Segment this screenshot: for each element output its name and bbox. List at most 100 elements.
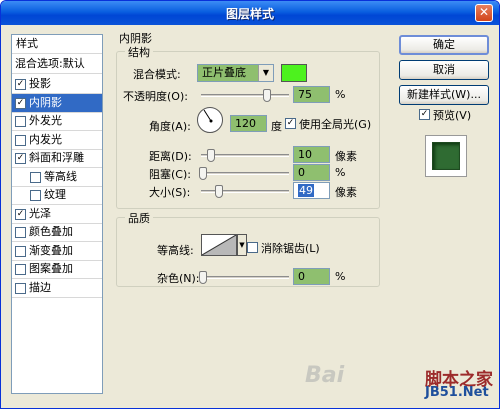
ok-button[interactable]: 确定	[399, 35, 489, 55]
style-item-checkbox[interactable]	[15, 282, 26, 294]
size-input-selected-text: 49	[298, 184, 314, 197]
choke-input[interactable]: 0	[293, 164, 330, 181]
shadow-color-swatch[interactable]	[281, 64, 307, 82]
quality-group: 品质 等高线: ▼ 消除锯齿(L) 杂色(N): 0 %	[116, 210, 380, 287]
style-item-checkbox[interactable]	[30, 190, 41, 201]
style-item-checkbox[interactable]	[15, 227, 26, 238]
cancel-button[interactable]: 取消	[399, 60, 489, 80]
style-item-label: 内发光	[29, 132, 62, 146]
chevron-down-icon: ▼	[258, 65, 273, 81]
style-list-item[interactable]: 描边	[12, 279, 102, 298]
style-list-item[interactable]: 纹理	[12, 186, 102, 205]
opacity-input[interactable]: 75	[293, 86, 330, 103]
style-item-label: 外发光	[29, 114, 62, 127]
style-item-checkbox[interactable]	[15, 134, 26, 146]
window-title: 图层样式	[225, 7, 274, 21]
distance-slider[interactable]	[201, 149, 289, 162]
preview-label[interactable]: 预览(V)	[433, 107, 471, 123]
style-list-header[interactable]: 样式	[12, 35, 102, 54]
choke-slider[interactable]	[199, 167, 289, 180]
style-item-checkbox[interactable]	[15, 245, 26, 257]
blend-mode-value: 正片叠底	[202, 66, 246, 79]
distance-unit: 像素	[335, 150, 357, 163]
size-slider-thumb[interactable]	[215, 185, 223, 198]
style-item-checkbox[interactable]: ✓	[15, 208, 26, 220]
style-item-label: 投影	[29, 77, 51, 90]
noise-unit: %	[335, 270, 346, 283]
structure-group-title: 结构	[125, 44, 153, 60]
choke-slider-thumb[interactable]	[199, 167, 207, 180]
angle-dial-needle	[203, 109, 213, 123]
blend-options-item[interactable]: 混合选项:默认	[12, 55, 102, 74]
distance-input[interactable]: 10	[293, 146, 330, 163]
style-item-checkbox[interactable]: ✓	[15, 153, 26, 164]
style-list-item[interactable]: ✓ 内阴影	[12, 93, 102, 113]
global-light-checkbox[interactable]: ✓	[285, 118, 296, 129]
chevron-down-icon[interactable]: ▼	[237, 234, 247, 256]
style-item-checkbox[interactable]: ✓	[15, 97, 26, 109]
contour-curve-icon	[201, 234, 237, 256]
style-item-label: 光泽	[29, 206, 51, 220]
title-bar[interactable]: 图层样式 ✕	[1, 1, 499, 25]
style-list: 样式 混合选项:默认 ✓ 投影 ✓ 内阴影 外发光 内发光 ✓ 斜面和浮雕 等高线 纹理 ✓ 光泽 颜色…	[11, 34, 103, 394]
global-light-label[interactable]: 使用全局光(G)	[299, 116, 371, 132]
style-list-item[interactable]: 内发光	[12, 131, 102, 150]
angle-input[interactable]: 120	[230, 115, 267, 132]
opacity-slider[interactable]	[201, 89, 289, 102]
size-input[interactable]: 49	[293, 182, 330, 199]
preview-checkbox[interactable]: ✓	[419, 109, 430, 120]
opacity-slider-thumb[interactable]	[263, 89, 271, 102]
style-item-label: 内阴影	[29, 95, 62, 109]
choke-unit: %	[335, 166, 346, 179]
watermark-baidu: Bai	[305, 363, 345, 388]
contour-label: 等高线:	[157, 244, 194, 257]
style-item-checkbox[interactable]: ✓	[15, 79, 26, 90]
noise-input[interactable]: 0	[293, 268, 330, 285]
preview-swatch	[432, 142, 460, 170]
size-slider[interactable]	[201, 185, 289, 198]
style-list-item[interactable]: 颜色叠加	[12, 223, 102, 242]
close-button[interactable]: ✕	[475, 4, 493, 22]
noise-slider-thumb[interactable]	[199, 271, 207, 284]
dialog-body: 样式 混合选项:默认 ✓ 投影 ✓ 内阴影 外发光 内发光 ✓ 斜面和浮雕 等高线 纹理 ✓ 光泽 颜色…	[5, 27, 495, 405]
distance-label: 距离(D):	[149, 150, 192, 163]
style-item-label: 纹理	[44, 188, 66, 201]
angle-unit: 度	[271, 120, 282, 133]
distance-slider-thumb[interactable]	[207, 149, 215, 162]
noise-slider[interactable]	[199, 271, 289, 284]
style-item-label: 描边	[29, 280, 51, 294]
style-item-label: 斜面和浮雕	[29, 151, 84, 164]
style-list-item[interactable]: 外发光	[12, 112, 102, 131]
style-item-label: 图案叠加	[29, 262, 73, 275]
contour-picker[interactable]: ▼	[201, 234, 247, 256]
size-unit: 像素	[335, 186, 357, 199]
style-item-checkbox[interactable]	[15, 264, 26, 275]
style-item-label: 颜色叠加	[29, 225, 73, 238]
style-list-item[interactable]: 图案叠加	[12, 260, 102, 279]
style-list-item[interactable]: ✓ 斜面和浮雕	[12, 149, 102, 168]
opacity-label: 不透明度(O):	[123, 90, 188, 103]
style-list-item[interactable]: ✓ 投影	[12, 75, 102, 94]
structure-group: 结构 混合模式: 正片叠底 ▼ 不透明度(O): 75 % 角度(A): 120	[116, 44, 380, 209]
style-item-checkbox[interactable]	[15, 116, 26, 127]
style-item-label: 等高线	[44, 169, 77, 183]
style-list-item[interactable]: 渐变叠加	[12, 242, 102, 261]
style-item-label: 渐变叠加	[29, 243, 73, 257]
style-item-checkbox[interactable]	[30, 171, 41, 183]
size-label: 大小(S):	[149, 186, 191, 199]
quality-group-title: 品质	[125, 210, 153, 226]
noise-label: 杂色(N):	[157, 272, 200, 285]
layer-style-dialog: 图层样式 ✕ 样式 混合选项:默认 ✓ 投影 ✓ 内阴影 外发光 内发光 ✓ 斜面和浮雕 等高线…	[0, 0, 500, 409]
angle-label: 角度(A):	[149, 120, 191, 133]
angle-dial[interactable]	[197, 107, 223, 133]
style-list-item[interactable]: 等高线	[12, 168, 102, 187]
antialias-label[interactable]: 消除锯齿(L)	[261, 240, 320, 256]
blend-mode-select[interactable]: 正片叠底 ▼	[197, 64, 274, 82]
style-list-item[interactable]: ✓ 光泽	[12, 205, 102, 224]
antialias-checkbox[interactable]	[247, 242, 258, 253]
opacity-unit: %	[335, 88, 346, 101]
choke-label: 阻塞(C):	[149, 168, 191, 181]
watermark-site-url: JB51.Net	[425, 385, 489, 400]
new-style-button[interactable]: 新建样式(W)...	[399, 85, 489, 105]
blend-mode-label: 混合模式:	[133, 68, 181, 81]
